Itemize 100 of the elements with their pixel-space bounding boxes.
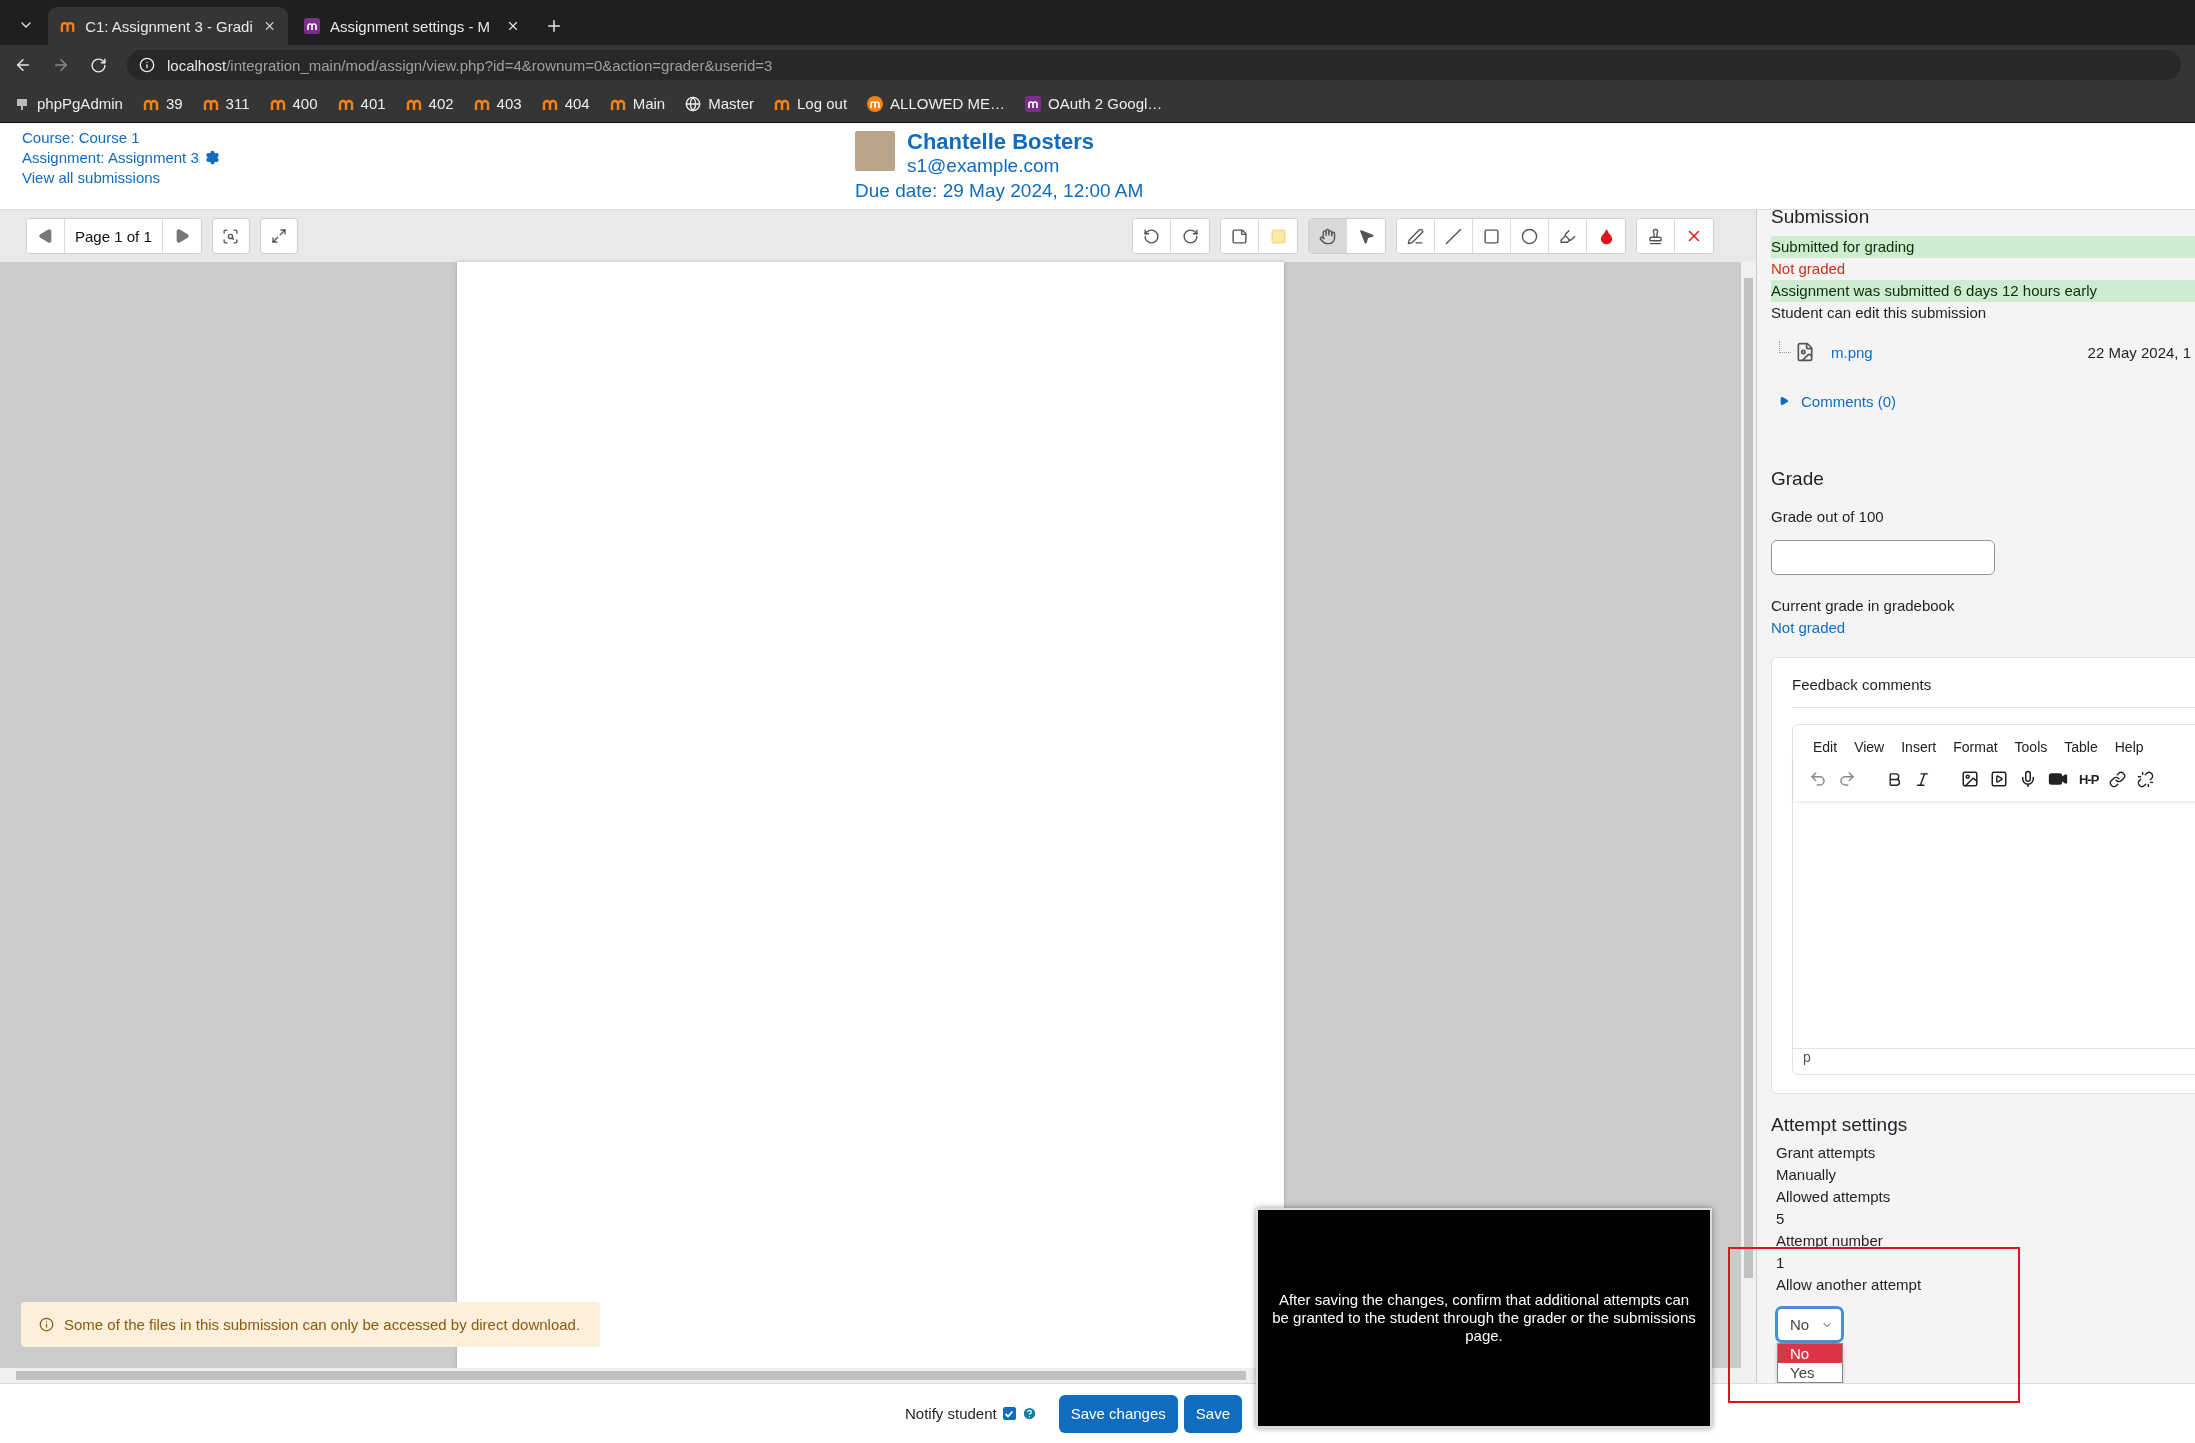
course-link[interactable]: Course: Course 1	[22, 129, 855, 146]
field-label: Current grade in gradebook	[1771, 596, 1956, 617]
assignment-link[interactable]: Assignment: Assignment 3	[22, 149, 199, 166]
redo-icon[interactable]	[1838, 770, 1856, 789]
bookmark[interactable]: OAuth 2 Googl…	[1025, 95, 1163, 112]
submission-status: Student can edit this submission	[1771, 303, 1988, 323]
select-field[interactable]: No	[1775, 1306, 1844, 1343]
text-editor[interactable]: Edit View Insert Format Tools Table Help H-P p	[1792, 724, 2195, 1076]
stamp-icon	[1647, 227, 1664, 245]
bookmark[interactable]: phpPgAdmin	[14, 95, 123, 112]
menu-item[interactable]: Format	[1953, 739, 1998, 756]
reload-icon[interactable]	[90, 56, 107, 74]
comments-toggle[interactable]: Comments (0)	[1779, 392, 2195, 410]
caret-icon	[1779, 396, 1789, 407]
forward-icon[interactable]	[52, 56, 70, 74]
back-icon[interactable]	[14, 56, 32, 74]
square-swatch-icon	[1269, 227, 1287, 245]
moodle-circle-icon	[867, 95, 884, 112]
help-icon[interactable]	[1021, 1406, 1037, 1421]
comment-button[interactable]	[1221, 219, 1259, 253]
menu-item[interactable]: Help	[2114, 739, 2144, 756]
user-name[interactable]: Chantelle Bosters	[907, 129, 1144, 155]
field-label: Feedback comments	[1792, 676, 2195, 709]
hand-icon	[1319, 227, 1336, 245]
element-path: p	[1793, 1048, 2195, 1075]
microphone-icon[interactable]	[2019, 770, 2037, 789]
current-grade-link[interactable]: Not graded	[1771, 619, 1846, 637]
moodle-icon	[774, 97, 791, 110]
circle-icon	[1521, 227, 1538, 245]
stamp-button[interactable]	[1637, 219, 1675, 253]
field-value: 1	[1776, 1253, 1786, 1274]
due-date: Due date: 29 May 2024, 12:00 AM	[855, 180, 1144, 202]
bookmark[interactable]: 402	[405, 95, 454, 112]
dropdown-option[interactable]: No	[1778, 1344, 1842, 1363]
left-triangle-icon	[37, 228, 54, 244]
italic-icon[interactable]	[1914, 770, 1931, 788]
close-icon[interactable]	[506, 19, 520, 33]
link-icon[interactable]	[2109, 770, 2127, 788]
tool-button[interactable]	[1397, 219, 1435, 253]
expand-button[interactable]	[259, 218, 298, 254]
moodle-icon	[202, 97, 219, 110]
address-field[interactable]: localhost/integration_main/mod/assign/view.php?id=4&rownum=0&action=grader&userid=3	[127, 50, 2181, 80]
moodle-square-icon	[1025, 95, 1042, 112]
menu-item[interactable]: Insert	[1901, 739, 1937, 756]
previous-page-button[interactable]	[27, 219, 65, 253]
bookmark[interactable]: 39	[142, 95, 183, 112]
bookmark[interactable]: 404	[541, 95, 590, 112]
bookmark[interactable]: Main	[609, 95, 666, 112]
moodle-icon	[473, 97, 490, 110]
file-icon	[1795, 342, 1815, 363]
field-label: Allow another attempt	[1776, 1275, 1923, 1296]
browser-tab[interactable]: C1: Assignment 3 - Gradi	[48, 7, 288, 45]
bookmark[interactable]: 400	[269, 95, 318, 112]
browser-tab[interactable]: Assignment settings - M	[292, 7, 532, 45]
undo-icon[interactable]	[1809, 770, 1827, 789]
grade-input[interactable]	[1771, 539, 1995, 576]
moodle-square-icon	[304, 18, 320, 34]
rotate-right-icon	[1181, 227, 1199, 245]
avatar-placeholder	[855, 131, 895, 171]
h5p-button[interactable]: H-P	[2079, 771, 2099, 787]
bookmark[interactable]: ALLOWED ME…	[867, 95, 1006, 112]
save-changes-button[interactable]: Save changes	[1058, 1394, 1178, 1433]
moodle-icon	[60, 20, 76, 32]
dropdown-option[interactable]: Yes	[1778, 1363, 1842, 1382]
bookmark[interactable]: 403	[473, 95, 522, 112]
bookmark[interactable]: 401	[337, 95, 386, 112]
moodle-icon	[541, 97, 558, 110]
new-tab-icon[interactable]	[545, 17, 563, 35]
media-icon[interactable]	[1990, 770, 2008, 789]
tooltip-text: After saving the changes, confirm that additional attempts can be granted to the student through the grader or the submissions page.	[1271, 1291, 1697, 1345]
checkbox[interactable]	[1002, 1407, 1016, 1420]
user-email[interactable]: s1@example.com	[907, 155, 1144, 177]
settings-icon[interactable]	[204, 150, 220, 165]
save-button[interactable]: Save	[1183, 1394, 1242, 1433]
bookmark[interactable]: Master	[685, 95, 755, 112]
vertical-scrollbar[interactable]	[1741, 262, 1756, 1368]
submissions-link[interactable]: View all submissions	[22, 169, 855, 186]
image-icon[interactable]	[1961, 770, 1979, 789]
submission-status: Submitted for grading	[1771, 236, 2195, 258]
section-heading: Submission	[1771, 210, 1871, 228]
menu-item[interactable]: Tools	[2014, 739, 2048, 756]
file-date: 22 May 2024, 1	[2087, 343, 2192, 361]
moodle-icon	[405, 97, 422, 110]
field-label: Allowed attempts	[1776, 1187, 1892, 1208]
field-label: Grant attempts	[1776, 1143, 1877, 1164]
search-comments-button[interactable]	[211, 218, 250, 254]
notify-student-checkbox[interactable]: Notify student	[905, 1405, 1037, 1422]
field-label: Grade out of 100	[1771, 506, 1885, 527]
pointer-icon	[1357, 227, 1375, 245]
file-link[interactable]: m.png	[1831, 343, 1873, 361]
bookmark[interactable]: 311	[202, 95, 250, 112]
moodle-icon	[337, 97, 354, 110]
rotate-left-button[interactable]	[1133, 219, 1171, 253]
bookmark[interactable]: Log out	[774, 95, 848, 112]
menu-item[interactable]: Table	[2064, 739, 2098, 756]
moodle-icon	[269, 97, 286, 110]
menu-item[interactable]: Edit	[1813, 739, 1838, 756]
tool-button[interactable]	[1309, 219, 1347, 253]
unlink-icon[interactable]	[2137, 770, 2155, 788]
menu-item[interactable]: View	[1854, 739, 1885, 756]
